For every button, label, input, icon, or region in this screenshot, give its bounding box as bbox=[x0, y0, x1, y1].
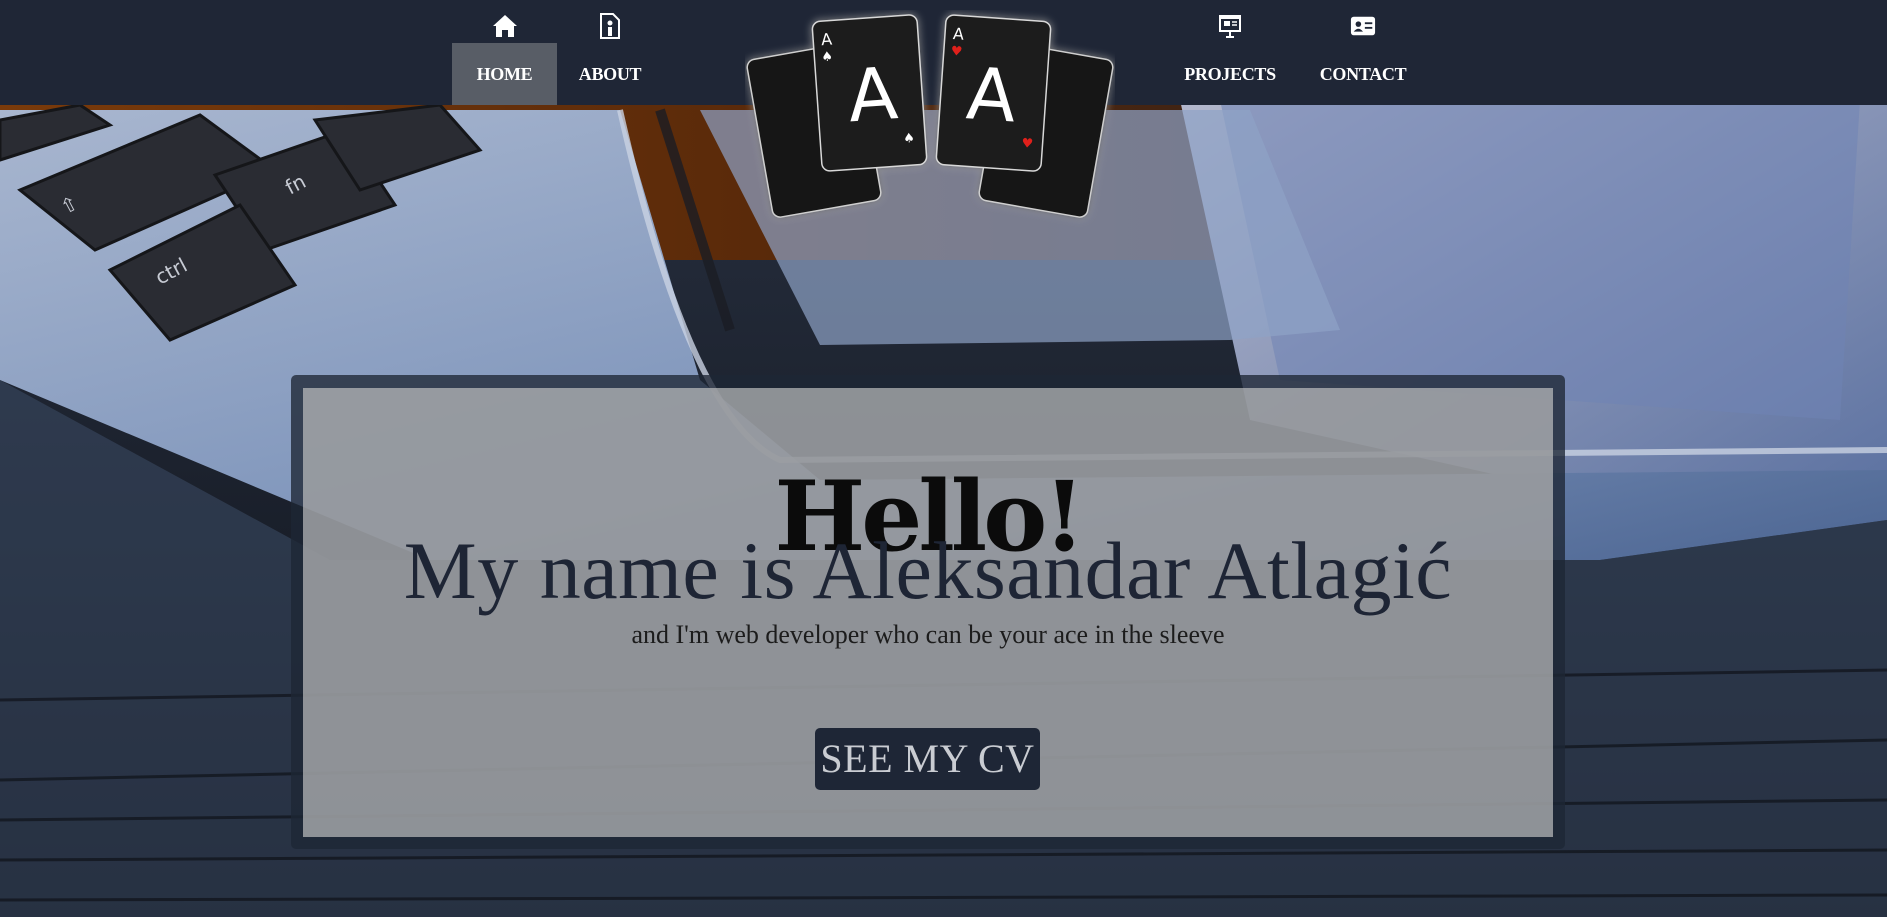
right-ace-rank-center: A bbox=[964, 51, 1019, 138]
aces-logo[interactable]: A ♠ A ♠ A ♥ A ♥ bbox=[745, 10, 1115, 230]
hero-panel: Hello! My name is Aleksandar Atlagić and… bbox=[303, 388, 1553, 837]
hero-subtitle: and I'm web developer who can be your ac… bbox=[631, 620, 1225, 649]
hero-name: My name is Aleksandar Atlagić bbox=[403, 525, 1453, 616]
nav-about-link[interactable]: ABOUT bbox=[560, 0, 660, 105]
left-ace-suit-corner: ♠ bbox=[821, 49, 834, 65]
see-cv-button[interactable]: SEE MY CV bbox=[815, 728, 1040, 790]
home-icon bbox=[492, 13, 518, 39]
left-ace-rank-center: A bbox=[845, 51, 900, 138]
right-ace-suit-corner: ♥ bbox=[950, 44, 963, 60]
left-ace-rank-corner: A bbox=[821, 29, 833, 49]
nav-projects-label: PROJECTS bbox=[1184, 64, 1276, 84]
nav-contact-link[interactable]: CONTACT bbox=[1310, 0, 1416, 105]
presentation-icon bbox=[1217, 13, 1243, 39]
nav-projects-link[interactable]: PROJECTS bbox=[1180, 0, 1280, 105]
nav-home-link[interactable]: HOME bbox=[451, 0, 558, 105]
nav-about-label: ABOUT bbox=[578, 64, 642, 84]
left-ace-suit-bottom: ♠ bbox=[903, 131, 916, 147]
right-ace-suit-bottom: ♥ bbox=[1021, 136, 1034, 152]
nav-contact-label: CONTACT bbox=[1319, 64, 1407, 84]
right-ace-rank-corner: A bbox=[952, 24, 964, 44]
contact-card-icon bbox=[1350, 13, 1376, 39]
nav-home-label: HOME bbox=[451, 43, 558, 105]
about-icon bbox=[597, 13, 623, 39]
